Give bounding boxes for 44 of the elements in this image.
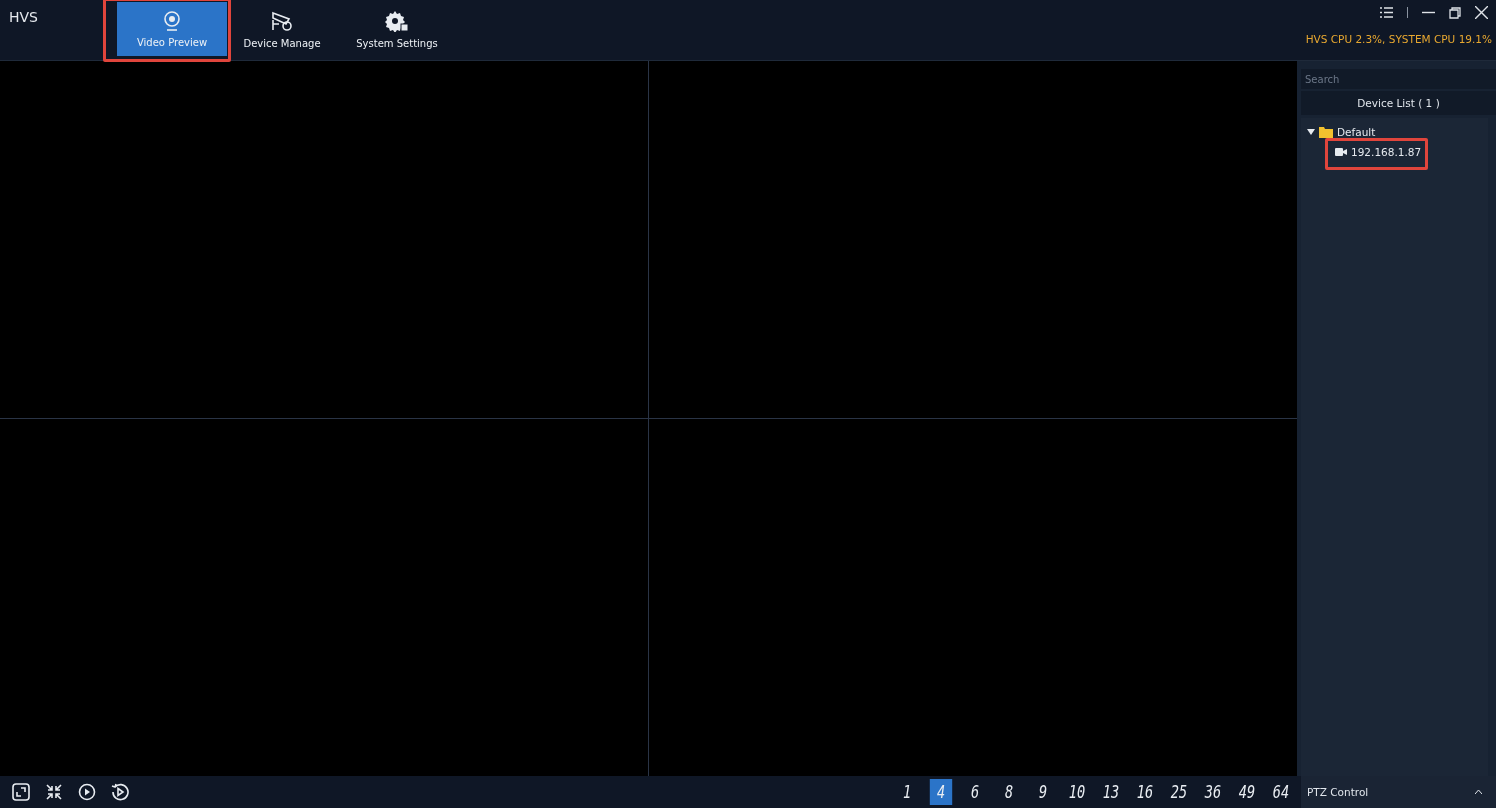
- video-tile[interactable]: [649, 419, 1297, 776]
- layout-button[interactable]: 64: [1269, 779, 1293, 805]
- toolbar-button[interactable]: [111, 783, 129, 801]
- layout-button[interactable]: 4: [929, 779, 953, 805]
- gear-icon: [385, 9, 409, 32]
- expand-arrow-icon[interactable]: [1307, 128, 1315, 136]
- ptz-control-button[interactable]: PTZ Control: [1301, 776, 1496, 808]
- layout-button[interactable]: 25: [1167, 779, 1191, 805]
- layout-button[interactable]: 1: [895, 779, 919, 805]
- device-list-title: Device List ( 1 ): [1301, 91, 1496, 115]
- fullscreen-icon: [12, 783, 30, 801]
- camera-icon: [1335, 148, 1347, 156]
- replay-icon: [111, 783, 129, 801]
- toolbar-button[interactable]: [45, 783, 63, 801]
- cpu-status: HVS CPU 2.3%, SYSTEM CPU 19.1%: [1305, 33, 1492, 45]
- video-tile[interactable]: [0, 419, 648, 776]
- layout-button[interactable]: 13: [1099, 779, 1123, 805]
- video-tile[interactable]: [649, 61, 1297, 418]
- camera-icon: [270, 9, 294, 32]
- toolbar-button[interactable]: [78, 783, 96, 801]
- nav-tab[interactable]: Device Manage: [227, 2, 337, 56]
- toolbar-button[interactable]: [12, 783, 30, 801]
- layout-button[interactable]: 36: [1201, 779, 1225, 805]
- layout-button[interactable]: 8: [997, 779, 1021, 805]
- device-name[interactable]: 192.168.1.87: [1351, 146, 1422, 158]
- restore-icon[interactable]: [1449, 6, 1461, 19]
- app-title: HVS: [8, 8, 39, 27]
- nav-tab[interactable]: Video Preview: [117, 2, 227, 56]
- nav-tab[interactable]: System Settings: [337, 2, 457, 56]
- layout-button[interactable]: 16: [1133, 779, 1157, 805]
- layout-button[interactable]: 10: [1065, 779, 1089, 805]
- folder-icon: [1319, 126, 1333, 138]
- layout-button[interactable]: 49: [1235, 779, 1259, 805]
- layout-button[interactable]: 9: [1031, 779, 1055, 805]
- layout-button[interactable]: 6: [963, 779, 987, 805]
- shrink-icon: [45, 783, 63, 801]
- group-name[interactable]: Default: [1337, 126, 1376, 138]
- video-tile[interactable]: [0, 61, 648, 418]
- menu-icon[interactable]: [1380, 7, 1393, 18]
- webcam-icon: [163, 10, 181, 31]
- divider-icon: [1407, 7, 1408, 18]
- close-icon[interactable]: [1475, 6, 1488, 19]
- search-field[interactable]: Search: [1301, 69, 1496, 89]
- play-icon: [78, 783, 96, 801]
